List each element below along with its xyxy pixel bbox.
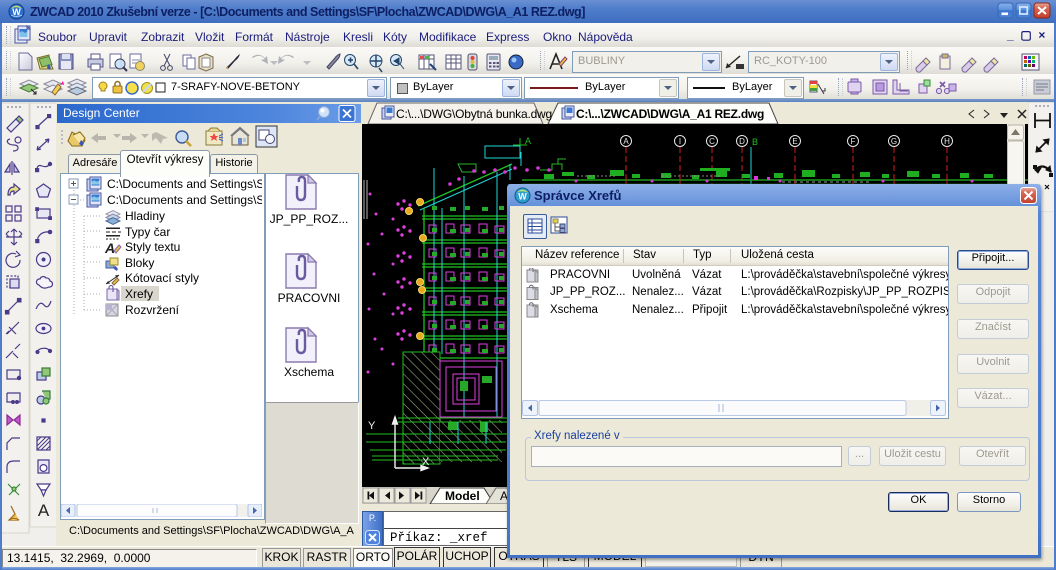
svg-text:B: B	[752, 137, 758, 147]
svg-text:A: A	[104, 240, 115, 256]
svg-text:A: A	[38, 501, 50, 520]
svg-text:Y: Y	[368, 420, 376, 432]
svg-text:A: A	[623, 137, 629, 146]
svg-text:C:\...\ZWCAD\DWG\A_A1 REZ.dwg: C:\...\ZWCAD\DWG\A_A1 REZ.dwg	[576, 107, 764, 121]
svg-text:W: W	[12, 7, 21, 17]
svg-text:Bloky: Bloky	[125, 256, 154, 270]
svg-text:C:\...\DWG\Obytná bunka.dwg: C:\...\DWG\Obytná bunka.dwg	[396, 107, 552, 121]
svg-text:E: E	[792, 137, 797, 146]
svg-text:Styly textu: Styly textu	[125, 240, 180, 254]
svg-text:G: G	[891, 137, 897, 146]
svg-text:PRACOVNI: PRACOVNI	[278, 291, 341, 305]
svg-text:C:\Documents and Settings\SF\: C:\Documents and Settings\SF\	[107, 193, 262, 207]
svg-text:Kótovací styly: Kótovací styly	[125, 271, 199, 285]
svg-text:I: I	[679, 137, 681, 146]
svg-text:Hladiny: Hladiny	[125, 209, 165, 223]
svg-text:F: F	[851, 137, 856, 146]
svg-text:Model: Model	[445, 489, 480, 503]
svg-text:A: A	[525, 136, 531, 146]
svg-text:C: C	[709, 137, 715, 146]
svg-text:JP_PP_ROZ...: JP_PP_ROZ...	[270, 212, 349, 226]
svg-text:Xschema: Xschema	[284, 365, 334, 379]
svg-text:H: H	[944, 137, 950, 146]
svg-text:Xrefy: Xrefy	[125, 287, 153, 301]
svg-text:C:\Documents and Settings\SF\: C:\Documents and Settings\SF\	[107, 177, 262, 191]
svg-text:D: D	[739, 137, 745, 146]
svg-text:Typy čar: Typy čar	[125, 225, 170, 239]
svg-text:Rozvržení: Rozvržení	[125, 303, 180, 317]
svg-text:W: W	[518, 192, 527, 202]
svg-text:X: X	[422, 456, 430, 468]
